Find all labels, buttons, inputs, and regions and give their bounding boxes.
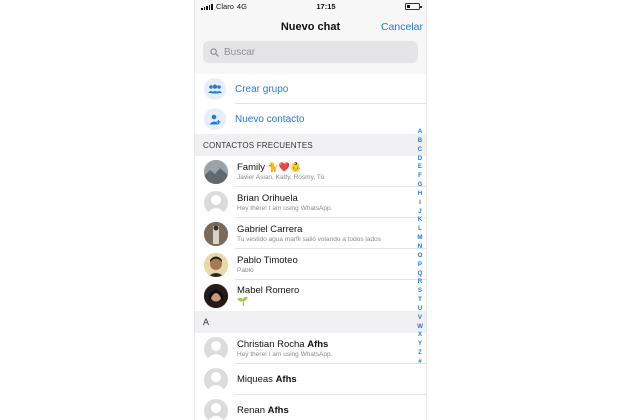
index-letter[interactable]: H	[418, 190, 422, 199]
contact-info: Brian Orihuela Hey there! I am using Wha…	[237, 193, 332, 212]
signal-icon	[201, 3, 213, 10]
section-header-a: A	[195, 311, 426, 333]
index-letter[interactable]: K	[418, 216, 422, 225]
index-letter[interactable]: V	[418, 314, 422, 323]
index-letter[interactable]: D	[418, 155, 422, 164]
cancel-button[interactable]: Cancelar	[381, 21, 423, 33]
index-letter[interactable]: C	[418, 146, 422, 155]
contact-name: Gabriel Carrera	[237, 224, 303, 235]
contact-name: Mabel Romero	[237, 284, 300, 296]
contact-row-miqueas[interactable]: Miqueas Afhs	[195, 364, 426, 395]
create-group-button[interactable]: Crear grupo	[195, 74, 426, 104]
contact-row-renan[interactable]: Renan Afhs	[195, 395, 426, 420]
avatar-placeholder-icon	[204, 367, 228, 392]
contact-name: Christian Rocha Afhs	[237, 339, 329, 350]
contact-name: Brian Orihuela	[237, 193, 298, 204]
index-letter[interactable]: I	[419, 199, 421, 208]
avatar	[204, 283, 228, 308]
index-letter[interactable]: J	[418, 208, 421, 217]
contact-subtitle: 🌱	[237, 296, 249, 307]
contact-row-family[interactable]: Family 🐈❤️👶 Javier Asian, Katty, Rosmy, …	[195, 156, 426, 187]
index-letter[interactable]: B	[418, 137, 422, 146]
avatar-placeholder-icon	[204, 336, 228, 361]
search-icon	[210, 47, 219, 57]
index-letter[interactable]: Z	[418, 349, 422, 358]
contact-row-gabriel[interactable]: Gabriel Carrera Tu vestido agua marfil s…	[195, 218, 426, 249]
index-letter[interactable]: N	[418, 243, 422, 252]
contact-info: Family 🐈❤️👶 Javier Asian, Katty, Rosmy, …	[237, 162, 324, 181]
network-label: 4G	[236, 2, 247, 11]
search-container	[195, 41, 426, 74]
contact-row-mabel[interactable]: Mabel Romero 🌱	[195, 280, 426, 311]
contact-subtitle: Hey there! I am using WhatsApp.	[237, 205, 333, 212]
contact-subtitle: Tu vestido agua marfil salió volando a t…	[237, 236, 381, 243]
index-letter[interactable]: W	[417, 323, 423, 332]
avatar	[204, 221, 228, 246]
contact-row-pablo[interactable]: Pablo Timoteo Pablo	[195, 249, 426, 280]
index-letter[interactable]: O	[418, 252, 423, 261]
carrier-label: Claro	[215, 2, 234, 11]
index-letter[interactable]: G	[418, 181, 423, 190]
index-letter[interactable]: M	[417, 234, 422, 243]
contact-subtitle: Javier Asian, Katty, Rosmy, Tú	[237, 174, 325, 181]
page-title: Nuevo chat	[280, 20, 341, 33]
alphabet-index[interactable]: A B C D E F G H I J K L M N O P Q R S T U V W X Y Z #	[416, 128, 424, 367]
actions-list: Crear grupo Nuevo contacto	[195, 74, 426, 134]
index-letter[interactable]: S	[418, 287, 422, 296]
index-letter[interactable]: U	[418, 305, 422, 314]
search-bar[interactable]	[203, 41, 418, 63]
create-group-label: Crear grupo	[235, 83, 289, 95]
index-letter[interactable]: Q	[418, 270, 423, 279]
avatar	[204, 252, 228, 277]
index-letter[interactable]: A	[418, 128, 422, 137]
left-margin	[0, 0, 194, 420]
index-letter[interactable]: Y	[418, 340, 422, 349]
index-letter[interactable]: L	[418, 225, 422, 234]
index-letter[interactable]: F	[418, 172, 422, 181]
contact-info: Christian Rocha Afhs Hey there! I am usi…	[237, 339, 332, 358]
avatar-placeholder-icon	[204, 190, 228, 215]
contact-info: Mabel Romero 🌱	[237, 285, 299, 307]
index-letter[interactable]: E	[418, 163, 422, 172]
status-left: Claro 4G	[201, 2, 247, 11]
contact-name: Renan Afhs	[237, 405, 289, 416]
contact-name: Family 🐈❤️👶	[237, 162, 302, 173]
navigation-bar: Nuevo chat Cancelar	[195, 13, 426, 40]
contact-name: Miqueas Afhs	[237, 374, 297, 385]
index-letter[interactable]: P	[418, 261, 422, 270]
new-contact-label: Nuevo contacto	[235, 113, 305, 125]
index-letter[interactable]: T	[418, 296, 422, 305]
add-contact-icon	[204, 108, 226, 130]
contact-info: Miqueas Afhs	[237, 374, 297, 385]
contact-info: Pablo Timoteo Pablo	[237, 255, 298, 274]
index-letter[interactable]: X	[418, 331, 422, 340]
group-emoji: 🐈❤️👶	[267, 163, 302, 173]
group-icon	[204, 78, 226, 100]
clock: 17:15	[316, 2, 336, 11]
contact-row-brian[interactable]: Brian Orihuela Hey there! I am using Wha…	[195, 187, 426, 218]
contact-subtitle: Hey there! I am using WhatsApp.	[237, 351, 333, 358]
index-letter[interactable]: #	[418, 358, 421, 367]
contact-name: Pablo Timoteo	[237, 255, 298, 266]
status-bar: Claro 4G 17:15	[195, 0, 426, 13]
section-header-frequent: CONTACTOS FRECUENTES	[195, 134, 426, 156]
avatar-placeholder-icon	[204, 398, 228, 420]
right-margin	[427, 0, 620, 420]
contact-subtitle: Pablo	[237, 267, 254, 274]
new-contact-button[interactable]: Nuevo contacto	[195, 104, 426, 134]
contact-info: Renan Afhs	[237, 405, 289, 416]
index-letter[interactable]: R	[418, 278, 422, 287]
contact-info: Gabriel Carrera Tu vestido agua marfil s…	[237, 224, 381, 243]
search-input[interactable]	[224, 46, 404, 58]
phone-screen: Claro 4G 17:15 Nuevo chat Cancelar Busca…	[194, 0, 427, 420]
avatar	[204, 159, 228, 184]
contact-row-christian[interactable]: Christian Rocha Afhs Hey there! I am usi…	[195, 333, 426, 364]
battery-icon	[404, 3, 422, 10]
